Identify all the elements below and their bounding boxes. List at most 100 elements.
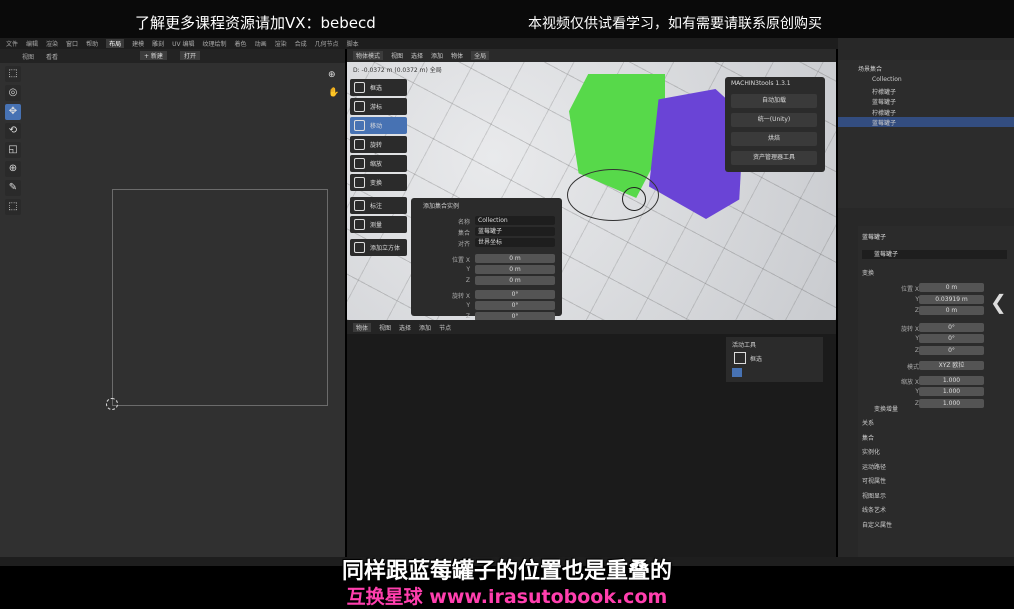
delta-transform-section[interactable]: 变换增量 bbox=[874, 404, 898, 413]
lower-menu-view[interactable]: 视图 bbox=[379, 323, 391, 332]
3d-viewport[interactable]: 物体模式 视图 选择 添加 物体 全局 D: -0.0372 m (0.0372… bbox=[347, 49, 836, 320]
topbar-item[interactable]: 窗口 bbox=[66, 39, 78, 48]
topbar-item[interactable]: 布局 bbox=[106, 39, 125, 48]
outliner-item[interactable]: 蓝莓罐子 bbox=[838, 96, 1014, 106]
topbar-item[interactable]: 渲染 bbox=[46, 39, 58, 48]
rotate-icon[interactable]: ⟲ bbox=[5, 123, 21, 139]
property-field[interactable]: 0° bbox=[919, 345, 984, 355]
redo-row-field[interactable]: 蓝莓罐子 bbox=[475, 227, 555, 236]
topbar-item[interactable]: 几何节点 bbox=[315, 39, 339, 48]
property-field[interactable]: 1.000 bbox=[919, 375, 984, 385]
new-button[interactable]: + 新建 bbox=[140, 51, 167, 60]
transform-icon[interactable]: ⊕ bbox=[5, 161, 21, 177]
lower-editor-header: 物体 视图 选择 添加 节点 bbox=[347, 320, 836, 334]
bake-button[interactable]: 烘焙 bbox=[731, 132, 817, 146]
hand-icon[interactable]: ✋ bbox=[328, 88, 339, 98]
topbar-item[interactable]: 动画 bbox=[255, 39, 267, 48]
viewport-tool-3[interactable]: 旋转 bbox=[350, 136, 407, 153]
topbar-item[interactable]: 编辑 bbox=[26, 39, 38, 48]
lower-object-select[interactable]: 物体 bbox=[353, 322, 372, 332]
vp-menu-view[interactable]: 视图 bbox=[391, 51, 403, 60]
property-section[interactable]: 可视属性 bbox=[862, 476, 886, 485]
chevron-left-icon[interactable]: ❮ bbox=[990, 290, 1007, 314]
redo-row-field[interactable]: 世界坐标 bbox=[475, 238, 555, 247]
property-section[interactable]: 集合 bbox=[862, 433, 874, 442]
outliner[interactable]: 场景集合 Collection 柠檬罐子 蓝莓罐子 柠檬罐子 蓝莓罐子 bbox=[838, 60, 1014, 208]
move-icon[interactable]: ✥ bbox=[5, 104, 21, 120]
property-section[interactable]: 运动路径 bbox=[862, 462, 886, 471]
redo-row-field[interactable]: 0 m bbox=[475, 254, 555, 263]
viewport-tool-5[interactable]: 变换 bbox=[350, 174, 407, 191]
property-field[interactable]: 0 m bbox=[919, 306, 984, 315]
auto-load-button[interactable]: 自动加载 bbox=[731, 94, 817, 108]
property-field[interactable]: 0 m bbox=[919, 283, 984, 292]
property-section[interactable]: 线条艺术 bbox=[862, 505, 886, 514]
redo-row-field[interactable]: Collection bbox=[475, 216, 555, 225]
topbar-item[interactable]: 渲染 bbox=[275, 39, 287, 48]
topbar-item[interactable]: 帮助 bbox=[86, 39, 98, 48]
left-editor-header: 视图 看看 + 新建 打开 bbox=[0, 49, 345, 63]
property-field[interactable]: 0° bbox=[919, 322, 984, 332]
scale-icon[interactable]: ◱ bbox=[5, 142, 21, 158]
viewport-tool-1[interactable]: 游标 bbox=[350, 98, 407, 115]
redo-row-field[interactable]: 0° bbox=[475, 290, 555, 299]
mode-select[interactable]: 物体模式 bbox=[353, 51, 384, 60]
object-name-field[interactable]: 蓝莓罐子 bbox=[862, 250, 1007, 259]
property-section[interactable]: 关系 bbox=[862, 418, 874, 427]
tool-icon bbox=[354, 158, 365, 169]
vp-menu-add[interactable]: 添加 bbox=[431, 51, 443, 60]
transform-section[interactable]: 变换 bbox=[862, 268, 874, 277]
select-box-icon[interactable]: ⬚ bbox=[5, 66, 21, 82]
redo-row-field[interactable]: 0° bbox=[475, 301, 555, 310]
tool-icon bbox=[354, 242, 365, 253]
viewport-tool-7[interactable]: 测量 bbox=[350, 216, 407, 233]
left-view-menu[interactable]: 视图 bbox=[22, 52, 34, 61]
redo-row-field[interactable]: 0° bbox=[475, 312, 555, 320]
property-section[interactable]: 实例化 bbox=[862, 447, 880, 456]
topbar-item[interactable]: UV 编辑 bbox=[172, 39, 194, 48]
outliner-item[interactable]: Collection bbox=[838, 75, 1014, 85]
viewport-tool-2[interactable]: 移动 bbox=[350, 117, 407, 134]
scene-collection[interactable]: 场景集合 bbox=[838, 63, 1014, 73]
topbar-item[interactable]: 脚本 bbox=[347, 39, 359, 48]
cursor-icon[interactable]: ◎ bbox=[5, 85, 21, 101]
outliner-item[interactable]: 蓝莓罐子 bbox=[838, 117, 1014, 127]
topbar-item[interactable]: 文件 bbox=[6, 39, 18, 48]
asset-manager-button[interactable]: 资产管理器工具 bbox=[731, 151, 817, 165]
lower-menu-select[interactable]: 选择 bbox=[399, 323, 411, 332]
outliner-item[interactable]: 柠檬罐子 bbox=[838, 107, 1014, 117]
viewport-tool-4[interactable]: 缩放 bbox=[350, 155, 407, 172]
zoom-icon[interactable]: ⊕ bbox=[328, 70, 338, 80]
topbar-item[interactable]: 纹理绘制 bbox=[203, 39, 227, 48]
left-look-menu[interactable]: 看看 bbox=[46, 52, 58, 61]
annotate-icon[interactable]: ✎ bbox=[5, 180, 21, 196]
redo-panel: 添加集合实例 名称 Collection 集合 蓝莓罐子 对齐 世界坐标 位置 X0 mY0… bbox=[411, 198, 562, 320]
topbar-item[interactable]: 建模 bbox=[132, 39, 144, 48]
unity-button[interactable]: 统一(Unity) bbox=[731, 113, 817, 127]
outliner-item[interactable]: 柠檬罐子 bbox=[838, 86, 1014, 96]
property-section[interactable]: 视图显示 bbox=[862, 491, 886, 500]
viewport-tool-8[interactable]: 添加立方体 bbox=[350, 239, 407, 256]
property-field[interactable]: XYZ 欧拉 bbox=[919, 361, 984, 370]
add-cube-icon[interactable]: ⬚ bbox=[5, 199, 21, 215]
property-field[interactable]: 0.03919 m bbox=[919, 294, 984, 304]
lower-menu-add[interactable]: 添加 bbox=[419, 323, 431, 332]
vp-menu-select[interactable]: 选择 bbox=[411, 51, 423, 60]
redo-row-field[interactable]: 0 m bbox=[475, 276, 555, 285]
viewport-tool-6[interactable]: 标注 bbox=[350, 197, 407, 214]
property-section[interactable]: 自定义属性 bbox=[862, 520, 892, 529]
property-field[interactable]: 1.000 bbox=[919, 387, 984, 396]
viewport-tool-0[interactable]: 框选 bbox=[350, 79, 407, 96]
topbar-item[interactable]: 雕刻 bbox=[152, 39, 164, 48]
open-button[interactable]: 打开 bbox=[180, 51, 201, 60]
select-box-icon[interactable] bbox=[734, 352, 746, 364]
lower-menu-node[interactable]: 节点 bbox=[439, 323, 451, 332]
property-field[interactable]: 0° bbox=[919, 334, 984, 343]
mode-swatch-icon[interactable] bbox=[732, 368, 742, 377]
orientation-select[interactable]: 全局 bbox=[471, 51, 490, 60]
redo-row-field[interactable]: 0 m bbox=[475, 265, 555, 274]
property-field[interactable]: 1.000 bbox=[919, 398, 984, 408]
vp-menu-object[interactable]: 物体 bbox=[451, 51, 463, 60]
topbar-item[interactable]: 合成 bbox=[295, 39, 307, 48]
topbar-item[interactable]: 着色 bbox=[235, 39, 247, 48]
